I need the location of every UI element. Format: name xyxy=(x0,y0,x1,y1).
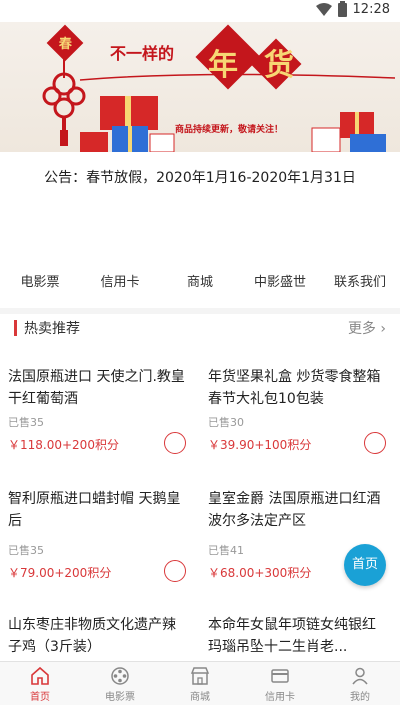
product-sold: 已售35 xyxy=(8,416,44,429)
product-name: 法国原瓶进口 天使之门.教皇干红葡萄酒 xyxy=(8,369,185,407)
product-name: 智利原瓶进口蜡封帽 天鹅皇后 xyxy=(8,491,181,529)
tab-label: 我的 xyxy=(350,692,370,703)
product-name: 本命年女鼠年项链女纯银红玛瑙吊坠十二生肖老... xyxy=(208,617,376,655)
product-sold: 已售30 xyxy=(208,416,244,429)
bottom-tab-bar: 首页 电影票 商城 信用卡 我的 xyxy=(0,661,400,705)
banner-headline: 不一样的 xyxy=(110,44,175,63)
product-card[interactable]: 年货坚果礼盒 炒货零食整箱春节大礼包10包装 已售30 ￥39.90+100积分 xyxy=(208,366,398,476)
quick-nav: 电影票 信用卡 商城 中影盛世 联系我们 xyxy=(0,268,400,298)
nav-movie-tickets[interactable]: 电影票 xyxy=(0,268,80,298)
tab-label: 信用卡 xyxy=(265,692,295,703)
wifi-icon xyxy=(315,2,332,16)
film-reel-icon xyxy=(111,667,129,685)
status-time: 12:28 xyxy=(352,2,390,17)
product-card[interactable]: 法国原瓶进口 天使之门.教皇干红葡萄酒 已售35 ￥118.00+200积分 xyxy=(8,366,198,476)
tab-mine[interactable]: 我的 xyxy=(320,662,400,705)
banner-big-text: 年货 xyxy=(208,48,320,83)
add-cart-icon[interactable] xyxy=(164,432,186,454)
floating-home-button[interactable]: 首页 xyxy=(344,544,386,586)
product-sold: 已售35 xyxy=(8,544,44,557)
battery-icon xyxy=(337,0,347,17)
tab-movie-tickets[interactable]: 电影票 xyxy=(80,662,160,705)
add-cart-icon[interactable] xyxy=(164,560,186,582)
nav-zhongying[interactable]: 中影盛世 xyxy=(240,268,320,298)
tab-credit-card[interactable]: 信用卡 xyxy=(240,662,320,705)
product-name: 年货坚果礼盒 炒货零食整箱春节大礼包10包装 xyxy=(208,369,381,407)
promo-banner[interactable]: 春 不一样的 年货 商品持续更新，敬请关注！ xyxy=(0,22,400,152)
nav-credit-card[interactable]: 信用卡 xyxy=(80,268,160,298)
hot-section-header: 热卖推荐 更多 › xyxy=(0,314,400,342)
tab-label: 首页 xyxy=(30,692,50,703)
tab-label: 商城 xyxy=(190,692,210,703)
announcement: 公告：春节放假，2020年1月16-2020年1月31日 xyxy=(44,170,356,186)
section-accent-bar xyxy=(14,320,17,336)
product-name: 皇室金爵 法国原瓶进口红酒 波尔多法定产区 xyxy=(208,491,381,529)
product-card[interactable]: 智利原瓶进口蜡封帽 天鹅皇后 已售35 ￥79.00+200积分 xyxy=(8,488,198,598)
nav-mall[interactable]: 商城 xyxy=(160,268,240,298)
tab-home[interactable]: 首页 xyxy=(0,662,80,705)
section-title: 热卖推荐 xyxy=(24,321,80,337)
user-icon xyxy=(352,667,368,685)
home-icon xyxy=(31,666,49,685)
nav-contact-us[interactable]: 联系我们 xyxy=(320,268,400,298)
tab-label: 电影票 xyxy=(105,692,135,703)
add-cart-icon[interactable] xyxy=(364,432,386,454)
shop-icon xyxy=(190,667,210,685)
product-name: 山东枣庄非物质文化遗产辣子鸡（3斤装） xyxy=(8,617,176,655)
more-link[interactable]: 更多 › xyxy=(348,318,386,338)
tab-mall[interactable]: 商城 xyxy=(160,662,240,705)
credit-card-icon xyxy=(271,669,289,683)
banner-subtitle: 商品持续更新，敬请关注！ xyxy=(175,125,284,135)
status-bar: 12:28 xyxy=(0,0,400,22)
